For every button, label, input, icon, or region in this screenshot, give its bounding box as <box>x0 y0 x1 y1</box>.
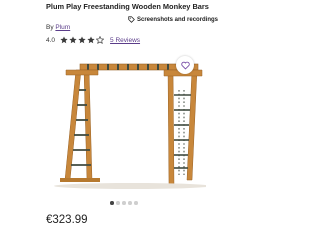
reviews-link[interactable]: 5 Reviews <box>110 37 140 44</box>
by-label: By <box>46 24 54 31</box>
star-empty-icon <box>96 36 105 44</box>
carousel-dots <box>110 201 138 205</box>
screenshots-recordings-label: Screenshots and recordings <box>137 16 219 23</box>
product-title: Plum Play Freestanding Wooden Monkey Bar… <box>46 2 209 11</box>
product-price: €323.99 <box>46 214 88 226</box>
rating-row: 4.0 5 Reviews <box>46 36 140 44</box>
rating-value: 4.0 <box>46 36 56 44</box>
star-filled-icon <box>87 36 95 44</box>
star-rating <box>60 36 105 44</box>
carousel-dot[interactable] <box>116 201 120 205</box>
tag-icon <box>128 16 135 23</box>
star-filled-icon <box>69 36 77 44</box>
carousel-dot[interactable] <box>134 201 138 205</box>
favourite-button[interactable] <box>176 56 194 74</box>
brand-byline: By Plum <box>46 24 70 31</box>
carousel-dot[interactable] <box>128 201 132 205</box>
star-filled-icon <box>78 36 86 44</box>
heart-icon <box>180 61 190 70</box>
brand-link[interactable]: Plum <box>55 24 70 31</box>
carousel-dot[interactable] <box>122 201 126 205</box>
carousel-dot[interactable] <box>110 201 114 205</box>
screenshots-recordings-button[interactable]: Screenshots and recordings <box>128 16 218 23</box>
star-filled-icon <box>60 36 68 44</box>
